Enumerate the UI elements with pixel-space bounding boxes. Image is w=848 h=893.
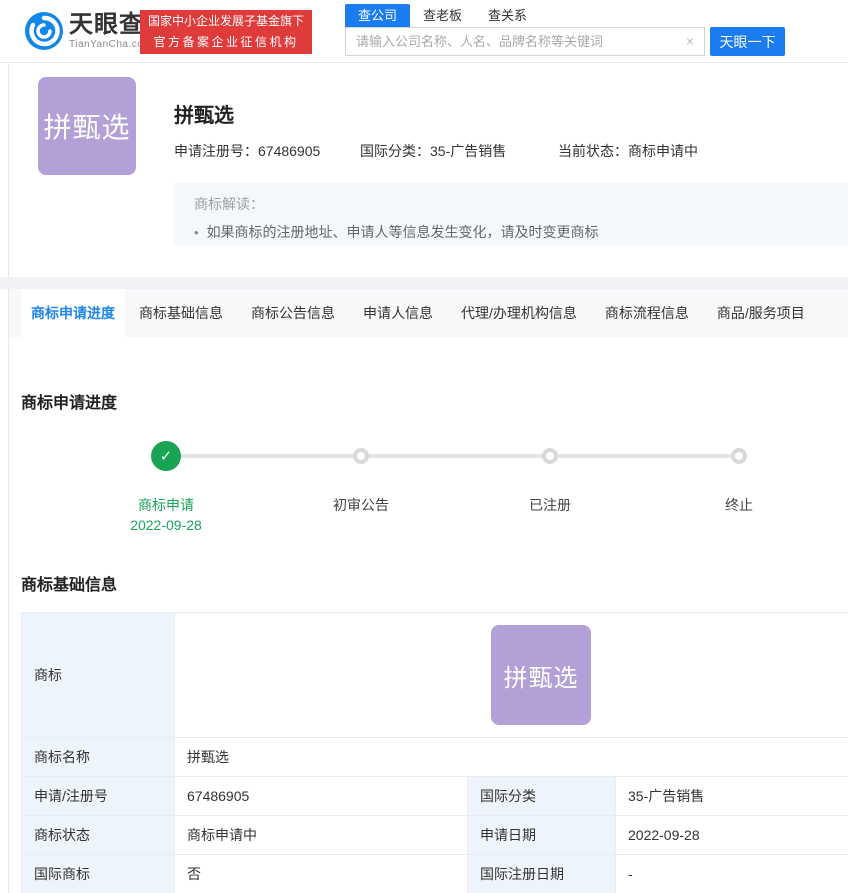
table-row: 商标 拼甄选 — [22, 613, 848, 738]
table-row: 申请/注册号 67486905 国际分类 35-广告销售 — [22, 777, 848, 816]
cell-label: 申请日期 — [468, 816, 616, 855]
trademark-logo-image: 拼甄选 — [491, 625, 591, 725]
cell-label: 商标 — [22, 613, 175, 738]
table-row: 商标名称 拼甄选 — [22, 738, 848, 777]
search-tab-boss[interactable]: 查老板 — [410, 4, 475, 27]
cell-value: 拼甄选 — [175, 738, 848, 777]
step-label-preliminary: 初审公告 — [281, 495, 441, 515]
badge-line1: 国家中小企业发展子基金旗下 — [148, 11, 304, 32]
cell-value: 35-广告销售 — [616, 777, 848, 816]
basic-info-section-title: 商标基础信息 — [21, 571, 117, 595]
cell-label: 国际分类 — [468, 777, 616, 816]
cell-value: - — [616, 855, 848, 893]
badge-line2: 官方备案企业征信机构 — [148, 32, 304, 53]
top-header: 天眼查 TianYanCha.com 国家中小企业发展子基金旗下 官方备案企业征… — [0, 0, 848, 63]
step-date-application: 2022-09-28 — [86, 517, 246, 533]
section-divider — [0, 277, 848, 289]
check-icon: ✓ — [151, 441, 181, 471]
cell-label: 商标名称 — [22, 738, 175, 777]
progress-step-circle-pending — [353, 448, 369, 464]
trademark-meta: 申请注册号：67486905 国际分类：35-广告销售 当前状态：商标申请中 — [174, 141, 848, 159]
trademark-logo-image: 拼甄选 — [38, 77, 136, 175]
clear-icon[interactable]: × — [686, 33, 694, 49]
cell-label: 国际注册日期 — [468, 855, 616, 893]
progress-step-circle-pending — [542, 448, 558, 464]
trademark-overview-card: 拼甄选 拼甄选 申请注册号：67486905 国际分类：35-广告销售 当前状态… — [8, 63, 848, 277]
cell-label: 商标状态 — [22, 816, 175, 855]
current-status: 当前状态：商标申请中 — [558, 141, 698, 161]
search-tabs: 查公司 查老板 查关系 — [345, 4, 785, 27]
cell-value: 2022-09-28 — [616, 816, 848, 855]
search-input[interactable] — [345, 27, 705, 56]
search-button[interactable]: 天眼一下 — [710, 27, 785, 56]
cell-label: 国际商标 — [22, 855, 175, 893]
search-area: 查公司 查老板 查关系 × 天眼一下 — [345, 4, 785, 56]
table-row: 国际商标 否 国际注册日期 - — [22, 855, 848, 893]
basic-info-table: 商标 拼甄选 商标名称 拼甄选 申请/注册号 67486905 国际分类 35-… — [21, 612, 848, 893]
cell-label: 申请/注册号 — [22, 777, 175, 816]
interpretation-title: 商标解读： — [194, 194, 848, 214]
tianyancha-logo[interactable]: 天眼查 TianYanCha.com — [24, 11, 152, 51]
interpretation-item: •如果商标的注册地址、申请人等信息发生变化，请及时变更商标 — [194, 222, 848, 242]
cell-value: 67486905 — [175, 777, 468, 816]
cell-value: 否 — [175, 855, 468, 893]
registration-number: 申请注册号：67486905 — [174, 141, 320, 161]
progress-step-circle-pending — [731, 448, 747, 464]
search-tab-relation[interactable]: 查关系 — [475, 4, 540, 27]
certification-badge: 国家中小企业发展子基金旗下 官方备案企业征信机构 — [140, 10, 312, 54]
bullet-icon: • — [194, 225, 199, 240]
timeline-connector — [166, 454, 739, 458]
trademark-name-title: 拼甄选 — [174, 99, 234, 128]
aperture-logo-icon — [24, 11, 64, 51]
trademark-detail-card: 商标申请进度 商标基础信息 商标公告信息 申请人信息 代理/办理机构信息 商标流… — [8, 289, 848, 893]
search-tab-company[interactable]: 查公司 — [345, 4, 410, 27]
cell-value: 商标申请中 — [175, 816, 468, 855]
step-label-terminated: 终止 — [659, 495, 819, 515]
progress-timeline: ✓ 商标申请 初审公告 已注册 终止 2022-09-28 — [9, 289, 848, 569]
international-class: 国际分类：35-广告销售 — [360, 141, 506, 161]
step-label-application: 商标申请 — [86, 495, 246, 515]
step-label-registered: 已注册 — [470, 495, 630, 515]
table-row: 商标状态 商标申请中 申请日期 2022-09-28 — [22, 816, 848, 855]
cell-trademark-image: 拼甄选 — [175, 613, 848, 738]
trademark-interpretation-box: 商标解读： •如果商标的注册地址、申请人等信息发生变化，请及时变更商标 — [174, 183, 848, 245]
